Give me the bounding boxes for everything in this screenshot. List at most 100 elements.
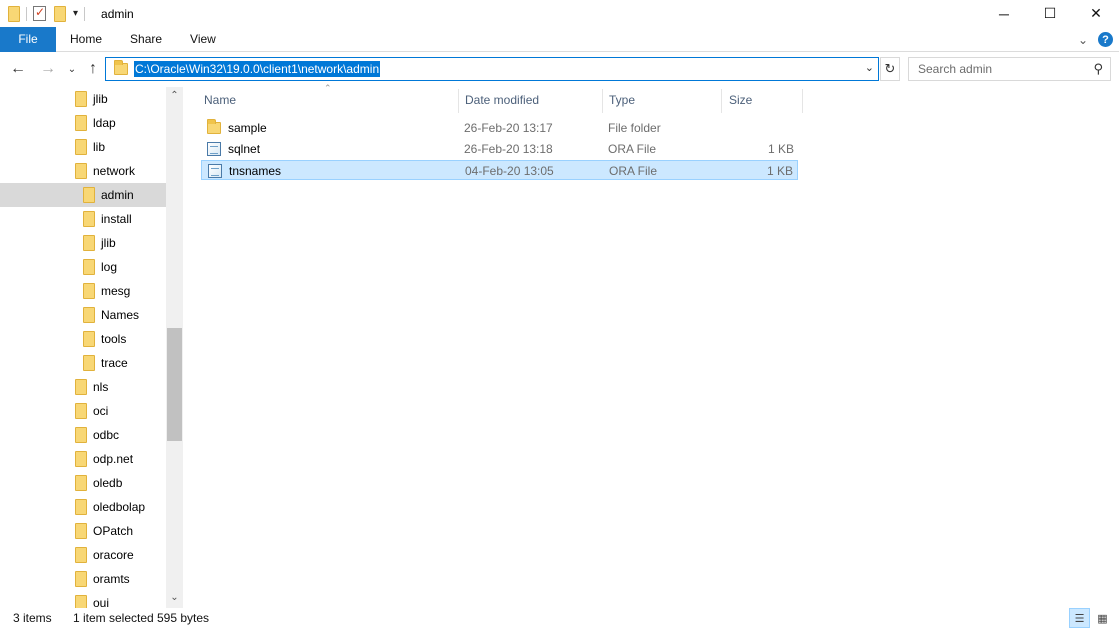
tree-item-label: install	[101, 212, 132, 226]
column-header-type[interactable]: Type	[609, 87, 635, 113]
tree-item-label: tools	[101, 332, 127, 346]
tree-item-label: odp.net	[93, 452, 134, 466]
folder-icon	[83, 283, 95, 299]
window-controls: ─ ☐ ✕	[981, 0, 1119, 27]
toolbar-divider	[84, 6, 86, 21]
folder-icon	[83, 187, 95, 203]
file-row[interactable]: sqlnet 26-Feb-20 13:18 ORA File 1 KB	[201, 139, 798, 159]
address-path[interactable]: C:\Oracle\Win32\19.0.0\client1\network\a…	[134, 61, 381, 77]
tree-item[interactable]: Names	[0, 303, 166, 327]
help-icon[interactable]: ?	[1098, 32, 1113, 47]
folder-icon	[83, 211, 95, 227]
column-header-size[interactable]: Size	[729, 87, 752, 113]
scroll-up-arrow[interactable]: ⌃	[166, 87, 183, 104]
tree-item[interactable]: network	[0, 159, 166, 183]
tree-item[interactable]: oui	[0, 591, 166, 608]
tree-item[interactable]: odbc	[0, 423, 166, 447]
refresh-button[interactable]: ↻	[880, 57, 900, 81]
minimize-button[interactable]: ─	[981, 0, 1027, 27]
back-button[interactable]: ←	[8, 57, 28, 81]
column-header-date-modified[interactable]: Date modified	[465, 87, 539, 113]
new-folder-icon[interactable]	[54, 5, 66, 22]
tree-item[interactable]: ldap	[0, 111, 166, 135]
tree-item[interactable]: trace	[0, 351, 166, 375]
scrollbar-thumb[interactable]	[167, 328, 182, 441]
tab-view[interactable]: View	[176, 27, 230, 52]
folder-icon	[114, 60, 128, 75]
column-divider[interactable]	[721, 89, 722, 113]
close-button[interactable]: ✕	[1073, 0, 1119, 27]
file-icon	[207, 142, 221, 156]
tree-item[interactable]: oledbolap	[0, 495, 166, 519]
tree-item-label: mesg	[101, 284, 131, 298]
folder-icon	[207, 119, 221, 134]
tree-item[interactable]: log	[0, 255, 166, 279]
column-header-name[interactable]: Name	[204, 87, 236, 113]
folder-icon	[75, 115, 87, 131]
navigation-scrollbar[interactable]: ⌃ ⌄	[166, 87, 183, 608]
folder-icon	[75, 139, 87, 155]
status-bar: 3 items 1 item selected 595 bytes ☰ ▦	[0, 608, 1119, 628]
tree-item[interactable]: tools	[0, 327, 166, 351]
recent-locations-dropdown[interactable]: ⌄	[62, 57, 82, 81]
tree-item-label: jlib	[93, 92, 108, 106]
search-box[interactable]: Search admin ⚲	[908, 57, 1111, 81]
tree-item-label: lib	[93, 140, 106, 154]
folder-icon	[75, 475, 87, 491]
tree-item[interactable]: oracore	[0, 543, 166, 567]
folder-icon	[83, 331, 95, 347]
folder-icon	[83, 355, 95, 371]
address-dropdown-icon[interactable]: ⌄	[865, 61, 874, 74]
folder-icon	[83, 259, 95, 275]
tree-item-label: oledbolap	[93, 500, 146, 514]
tree-item-label: oracore	[93, 548, 134, 562]
tree-item[interactable]: admin	[0, 183, 166, 207]
column-divider[interactable]	[802, 89, 803, 113]
properties-icon[interactable]	[33, 5, 46, 21]
folder-icon	[8, 5, 20, 22]
selection-size: 595 bytes	[157, 611, 210, 625]
scroll-down-arrow[interactable]: ⌄	[166, 589, 183, 606]
expand-ribbon-chevron-icon[interactable]: ⌄	[1078, 33, 1088, 47]
file-icon	[208, 164, 222, 178]
folder-icon	[75, 379, 87, 395]
tree-item[interactable]: mesg	[0, 279, 166, 303]
tree-item-label: trace	[101, 356, 128, 370]
navigation-pane: jlib ldap lib network admin install jlib log mes…	[0, 87, 183, 608]
search-input[interactable]: Search admin	[918, 62, 992, 76]
file-row[interactable]: tnsnames 04-Feb-20 13:05 ORA File 1 KB	[201, 160, 798, 180]
customize-quick-access-dropdown[interactable]: ▾	[73, 8, 78, 19]
tree-item-label: admin	[101, 188, 134, 202]
forward-button[interactable]: →	[38, 57, 58, 81]
column-divider[interactable]	[602, 89, 603, 113]
tree-item[interactable]: nls	[0, 375, 166, 399]
tree-item[interactable]: jlib	[0, 231, 166, 255]
folder-icon	[75, 571, 87, 587]
tab-home[interactable]: Home	[56, 27, 116, 52]
tree-item[interactable]: oci	[0, 399, 166, 423]
address-bar[interactable]: C:\Oracle\Win32\19.0.0\client1\network\a…	[105, 57, 879, 81]
tree-item[interactable]: jlib	[0, 87, 166, 111]
tab-file[interactable]: File	[0, 26, 56, 52]
up-button[interactable]: ↑	[83, 57, 103, 81]
tab-share[interactable]: Share	[116, 27, 176, 52]
tree-item[interactable]: OPatch	[0, 519, 166, 543]
file-row[interactable]: sample 26-Feb-20 13:17 File folder	[201, 118, 798, 138]
file-type: ORA File	[608, 142, 657, 156]
folder-icon	[83, 307, 95, 323]
tree-item[interactable]: odp.net	[0, 447, 166, 471]
tree-item[interactable]: lib	[0, 135, 166, 159]
large-icons-view-button[interactable]: ▦	[1092, 608, 1113, 628]
tree-item[interactable]: install	[0, 207, 166, 231]
file-name: sample	[228, 121, 267, 135]
column-divider[interactable]	[458, 89, 459, 113]
details-view-button[interactable]: ☰	[1069, 608, 1090, 628]
file-size: 1 KB	[766, 164, 793, 178]
tree-item[interactable]: oramts	[0, 567, 166, 591]
maximize-button[interactable]: ☐	[1027, 0, 1073, 27]
file-list: ⌃ Name Date modified Type Size sample 26-…	[183, 83, 1119, 608]
file-type: ORA File	[609, 164, 658, 178]
file-name: tnsnames	[229, 164, 282, 178]
tree-item[interactable]: oledb	[0, 471, 166, 495]
toolbar-divider	[26, 6, 27, 21]
